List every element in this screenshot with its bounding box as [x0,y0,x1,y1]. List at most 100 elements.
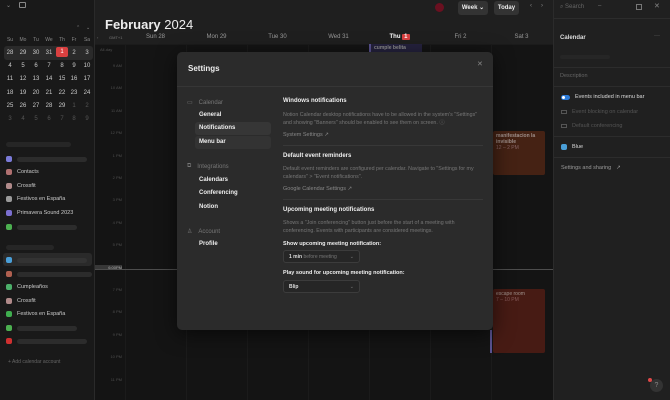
mini-cal-day[interactable]: 29 [17,50,29,56]
calendar-item[interactable]: Festivos en España [6,196,65,202]
mini-cal-day[interactable]: 20 [30,90,42,96]
calendar-item[interactable]: Crossfit [6,182,36,189]
mini-cal-day[interactable]: 17 [81,76,93,82]
event-blocking-row[interactable]: Event blocking on calendar [561,109,638,115]
calendar-color-icon[interactable] [6,209,12,216]
calendar-color-icon[interactable] [6,169,12,175]
mini-cal-day[interactable]: 28 [4,50,16,56]
menu-bar-toggle-row[interactable]: Events included in menu bar [561,94,644,100]
calendar-item[interactable] [6,257,87,263]
maximize-icon[interactable] [636,4,642,10]
settings-and-sharing-link[interactable]: Settings and sharing ↗ [561,165,621,171]
nav-general[interactable]: General [199,112,221,118]
nav-notion[interactable]: Notion [199,204,218,210]
day-header[interactable]: Mon 29 [186,34,247,40]
mini-cal-day[interactable]: 16 [68,76,80,82]
mini-cal-day[interactable]: 14 [43,76,55,82]
mini-cal-day[interactable]: 5 [30,116,42,122]
nav-notifications[interactable]: Notifications [199,125,235,131]
calendar-item[interactable] [6,325,77,331]
system-settings-link[interactable]: System Settings ↗ [283,132,329,138]
nav-conferencing[interactable]: Conferencing [199,190,238,196]
nav-menu-bar[interactable]: Menu bar [199,139,226,145]
calendar-color-icon[interactable] [6,297,12,304]
calendar-item[interactable] [6,271,92,277]
calendar-item[interactable]: Festivos en España [6,311,65,317]
mini-cal-day[interactable]: 6 [30,63,42,69]
mini-cal-day[interactable]: 24 [81,90,93,96]
calendar-color-icon[interactable] [6,311,12,317]
mini-cal-day[interactable]: 29 [56,103,68,109]
conferencing-row[interactable]: Default conferencing [561,123,622,129]
mini-cal-day[interactable]: 6 [43,116,55,122]
mini-cal-day[interactable]: 9 [68,63,80,69]
mini-cal-day[interactable]: 7 [56,116,68,122]
mini-cal-day[interactable]: 1 [56,47,68,57]
mini-cal-day[interactable]: 31 [43,50,55,56]
collapse-icon[interactable]: ‹ [97,35,98,40]
mini-cal-day[interactable]: 28 [43,103,55,109]
nav-profile[interactable]: Profile [199,241,218,247]
sound-select[interactable]: Blip ⌄ [283,280,360,293]
mini-cal-day[interactable]: 22 [56,90,68,96]
mini-cal-day[interactable]: 3 [4,116,16,122]
toggle-switch[interactable] [561,94,570,100]
day-header[interactable]: Sat 3 [491,34,552,40]
next-week-icon[interactable]: › [541,3,543,9]
add-calendar-account-button[interactable]: + Add calendar account [8,359,60,365]
mini-cal-day[interactable]: 1 [68,103,80,109]
calendar-item[interactable]: Crossfit [6,297,36,304]
view-selector[interactable]: Week ⌄ [458,1,488,15]
more-icon[interactable]: ··· [654,33,660,39]
mini-cal-day[interactable]: 8 [56,63,68,69]
next-month-icon[interactable]: ⌄ [86,25,90,31]
calendar-item[interactable]: Contacts [6,169,39,175]
calendar-item[interactable] [6,156,87,162]
sidebar-toggle-icon[interactable] [19,2,26,8]
mini-cal-day[interactable]: 2 [68,50,80,56]
day-header[interactable]: Sun 28 [125,34,186,40]
mini-cal-day[interactable]: 23 [68,90,80,96]
mini-cal-day[interactable]: 11 [4,76,16,82]
mini-cal-day[interactable]: 27 [30,103,42,109]
mini-cal-day[interactable]: 10 [81,63,93,69]
chevron-down-icon[interactable]: ⌄ [6,2,11,9]
mini-cal-day[interactable]: 2 [81,103,93,109]
nav-calendars[interactable]: Calendars [199,177,228,183]
mini-cal-day[interactable]: 15 [56,76,68,82]
mini-cal-day[interactable]: 13 [30,76,42,82]
mini-cal-day[interactable]: 19 [17,90,29,96]
close-icon[interactable]: ✕ [654,2,660,10]
close-icon[interactable]: ✕ [477,60,483,68]
mini-cal-day[interactable]: 3 [81,50,93,56]
minimize-icon[interactable]: – [598,3,601,9]
calendar-item[interactable]: Primavera Sound 2023 [6,209,73,216]
calendar-item[interactable] [6,224,77,230]
day-header[interactable]: Thu 1 [369,34,430,40]
mini-cal-day[interactable]: 4 [17,116,29,122]
prev-week-icon[interactable]: ‹ [530,3,532,9]
calendar-color-icon[interactable] [6,182,12,189]
mini-cal-day[interactable]: 18 [4,90,16,96]
mini-cal-day[interactable]: 25 [4,103,16,109]
calendar-item[interactable]: Cumpleaños [6,284,48,290]
calendar-color-icon[interactable] [6,284,12,290]
calendar-color-icon[interactable] [6,196,12,202]
mini-cal-day[interactable]: 4 [4,63,16,69]
notification-time-select[interactable]: 1 min before meeting ⌄ [283,250,360,263]
google-calendar-settings-link[interactable]: Google Calendar Settings ↗ [283,186,352,192]
mini-cal-day[interactable]: 26 [17,103,29,109]
description-field[interactable]: Description [560,73,588,79]
help-icon[interactable]: ⓘ [439,120,444,126]
today-button[interactable]: Today [494,1,519,15]
mini-cal-day[interactable]: 7 [43,63,55,69]
mini-cal-day[interactable]: 8 [68,116,80,122]
day-header[interactable]: Wed 31 [308,34,369,40]
mini-cal-day[interactable]: 21 [43,90,55,96]
search-input[interactable]: ⌕ Search [560,4,584,11]
avatar[interactable] [435,3,444,12]
color-selector[interactable]: Blue [561,144,583,150]
mini-cal-day[interactable]: 9 [81,116,93,122]
help-button[interactable]: ? [650,379,663,392]
day-header[interactable]: Fri 2 [430,34,491,40]
